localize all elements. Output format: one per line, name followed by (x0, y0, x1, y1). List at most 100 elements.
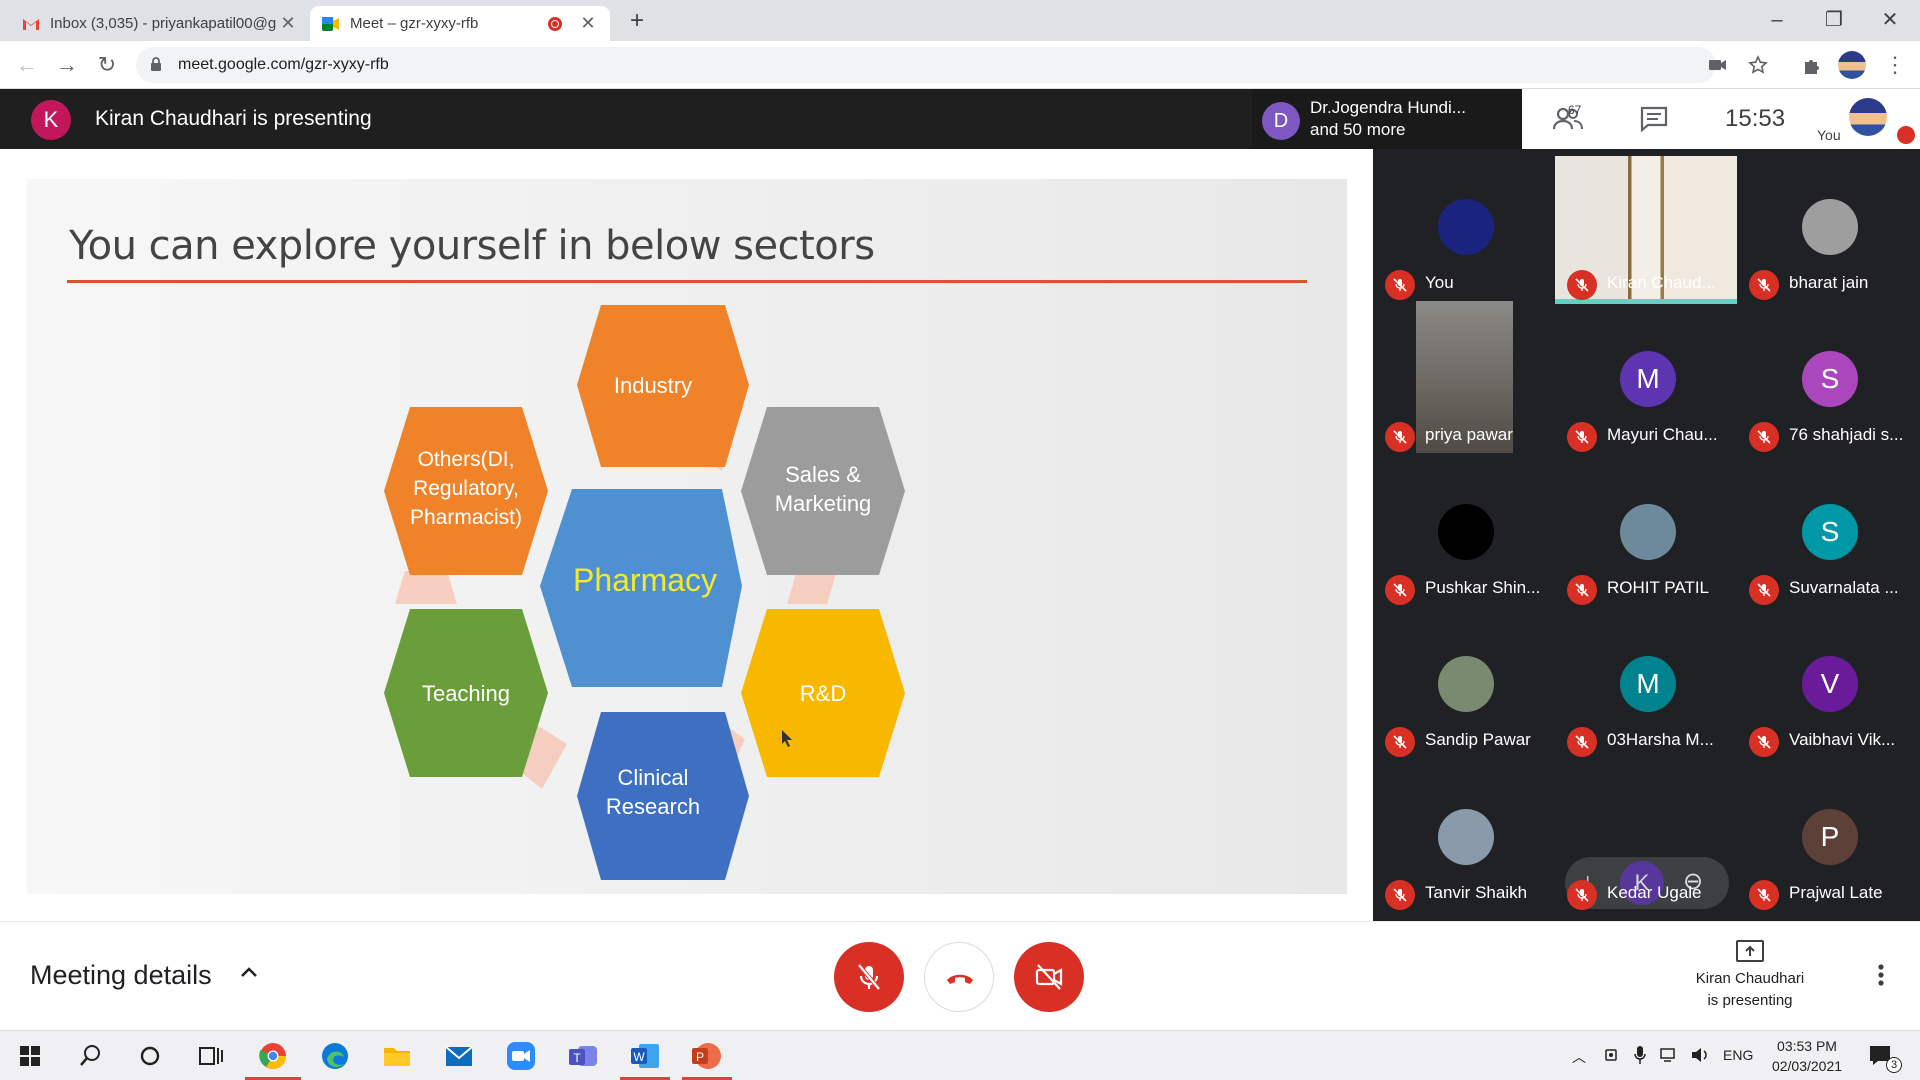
show-hidden-icons[interactable]: ︿ (1572, 1047, 1586, 1067)
lock-icon (151, 57, 161, 71)
leave-call-button[interactable] (924, 942, 994, 1012)
participant-tile[interactable]: S Suvarnalata ... (1737, 454, 1920, 606)
participant-tile[interactable]: P Prajwal Late (1737, 759, 1920, 911)
participant-name: Vaibhavi Vik... (1789, 730, 1896, 750)
participant-tile[interactable]: S 76 shahjadi s... (1737, 301, 1920, 453)
camera-toggle-button[interactable] (1014, 942, 1084, 1012)
participant-tile[interactable]: V Vaibhavi Vik... (1737, 606, 1920, 758)
restore-icon[interactable]: ❐ (1814, 4, 1854, 36)
participant-tile[interactable]: You (1373, 149, 1556, 301)
participant-tile[interactable]: bharat jain (1737, 149, 1920, 301)
file-explorer-icon[interactable] (381, 1040, 413, 1072)
meeting-control-bar: Meeting details Kiran Chaudhari is prese… (0, 921, 1920, 1030)
mic-off-badge (1567, 270, 1597, 300)
mic-off-badge (1567, 574, 1597, 605)
close-icon[interactable]: ✕ (278, 13, 298, 34)
participant-summary-name: Dr.Jogendra Hundi... (1310, 98, 1466, 117)
taskbar-clock[interactable]: 03:53 PM 02/03/2021 (1762, 1036, 1852, 1076)
powerpoint-icon[interactable]: P (690, 1040, 722, 1072)
star-icon[interactable] (1748, 55, 1768, 75)
search-icon[interactable] (74, 1040, 106, 1072)
chrome-icon[interactable] (257, 1040, 289, 1072)
edge-icon[interactable] (319, 1040, 351, 1072)
chat-icon[interactable] (1638, 105, 1670, 133)
address-bar[interactable]: meet.google.com/gzr-xyxy-rfb (136, 47, 1768, 83)
hexagon-label-rd: R&D (800, 681, 846, 706)
mic-off-icon (1757, 888, 1771, 902)
language-indicator[interactable]: ENG (1723, 1047, 1753, 1063)
back-icon[interactable]: ← (13, 51, 41, 79)
microphone-tray-icon[interactable] (1634, 1045, 1646, 1065)
meet-header-actions: 67 15:53 You (1522, 89, 1920, 149)
more-options-icon[interactable] (1878, 964, 1884, 986)
volume-icon[interactable] (1690, 1047, 1710, 1063)
profile-avatar[interactable] (1838, 51, 1866, 79)
minimize-icon[interactable]: – (1757, 4, 1797, 36)
mic-off-icon (1393, 583, 1407, 597)
extensions-icon[interactable] (1800, 53, 1824, 77)
participant-tile[interactable]: M Mayuri Chau... (1555, 301, 1738, 453)
participant-tile[interactable]: Sandip Pawar (1373, 606, 1556, 758)
participant-tile[interactable]: priya pawar (1373, 301, 1556, 454)
self-view-thumbnail[interactable] (1849, 98, 1887, 136)
presenting-banner: Kiran Chaudhari is presenting (95, 107, 372, 130)
participant-tile[interactable]: ROHIT PATIL (1555, 454, 1738, 606)
participant-name: Pushkar Shin... (1425, 577, 1541, 597)
hexagon-label-others-1: Others(DI, (418, 448, 515, 471)
presenter-status-button[interactable]: Kiran Chaudhari is presenting (1670, 940, 1830, 1012)
network-icon[interactable] (1660, 1047, 1680, 1063)
mail-icon[interactable] (443, 1040, 475, 1072)
participant-tile[interactable]: Tanvir Shaikh (1373, 759, 1556, 911)
camera-icon[interactable] (1709, 58, 1727, 72)
tab-meet[interactable]: Meet – gzr-xyxy-rfb ✕ (310, 6, 610, 41)
hexagon-label-sales-1: Sales & (785, 462, 861, 487)
gmail-icon (23, 18, 39, 30)
hexagon-label-industry: Industry (614, 373, 692, 398)
mic-off-icon (1575, 735, 1589, 749)
presenter-status-line1: Kiran Chaudhari (1695, 970, 1805, 987)
notification-count-badge: 3 (1886, 1057, 1902, 1073)
new-tab-icon[interactable]: + (624, 6, 650, 36)
chevron-up-icon[interactable] (240, 966, 258, 978)
mic-off-icon (1897, 126, 1915, 144)
mic-off-badge (1567, 727, 1597, 758)
cortana-icon[interactable] (134, 1040, 166, 1072)
windows-taskbar: T W P ︿ ENG 03:53 PM 02/03/2021 3 (0, 1030, 1920, 1080)
participant-grid: You Kiran Chaud... bharat jain priya pawar M… (1373, 149, 1920, 921)
microphone-toggle-button[interactable] (834, 942, 904, 1012)
svg-text:P: P (696, 1050, 704, 1064)
participant-tile[interactable]: Pushkar Shin... (1373, 454, 1556, 606)
forward-icon[interactable]: → (53, 51, 81, 79)
mic-off-icon (1575, 278, 1589, 292)
mic-off-icon (1757, 278, 1771, 292)
teams-icon[interactable]: T (567, 1040, 599, 1072)
reload-icon[interactable]: ↻ (93, 51, 121, 79)
svg-text:W: W (633, 1050, 645, 1064)
camera-tray-icon[interactable] (1604, 1047, 1620, 1063)
tab-gmail-inbox[interactable]: Inbox (3,035) - priyankapatil00@g ✕ (10, 6, 310, 41)
participant-tile[interactable]: M 03Harsha M... (1555, 606, 1738, 758)
windows-start-icon[interactable] (14, 1040, 46, 1072)
window-close-icon[interactable]: ✕ (1870, 4, 1910, 36)
close-icon[interactable]: ✕ (578, 13, 598, 34)
chrome-menu-icon[interactable]: ⋮ (1884, 51, 1906, 79)
mic-off-icon (1757, 430, 1771, 444)
other-participants-summary[interactable]: D Dr.Jogendra Hundi... and 50 more (1252, 89, 1522, 149)
mic-off-badge (1749, 270, 1779, 300)
task-view-icon[interactable] (194, 1040, 226, 1072)
participant-tile[interactable]: Kiran Chaud... (1555, 149, 1738, 304)
word-icon[interactable]: W (629, 1040, 661, 1072)
meeting-clock: 15:53 (1725, 105, 1786, 132)
participant-name: Prajwal Late (1789, 882, 1883, 902)
meet-header: K Kiran Chaudhari is presenting D Dr.Jog… (0, 89, 1920, 149)
camera-off-icon (1035, 964, 1063, 990)
presenter-status-line2: is presenting (1707, 992, 1793, 1009)
meeting-details-button[interactable]: Meeting details (30, 960, 212, 991)
participant-name: Tanvir Shaikh (1425, 882, 1528, 902)
participant-tile[interactable]: ⊥K⊖Kedar Ugale (1555, 759, 1738, 911)
participant-avatar (1620, 503, 1676, 560)
hexagon-label-sales-2: Marketing (775, 491, 872, 516)
mic-off-badge (1385, 727, 1415, 758)
zoom-icon[interactable] (505, 1040, 537, 1072)
mic-off-badge (1749, 727, 1779, 758)
